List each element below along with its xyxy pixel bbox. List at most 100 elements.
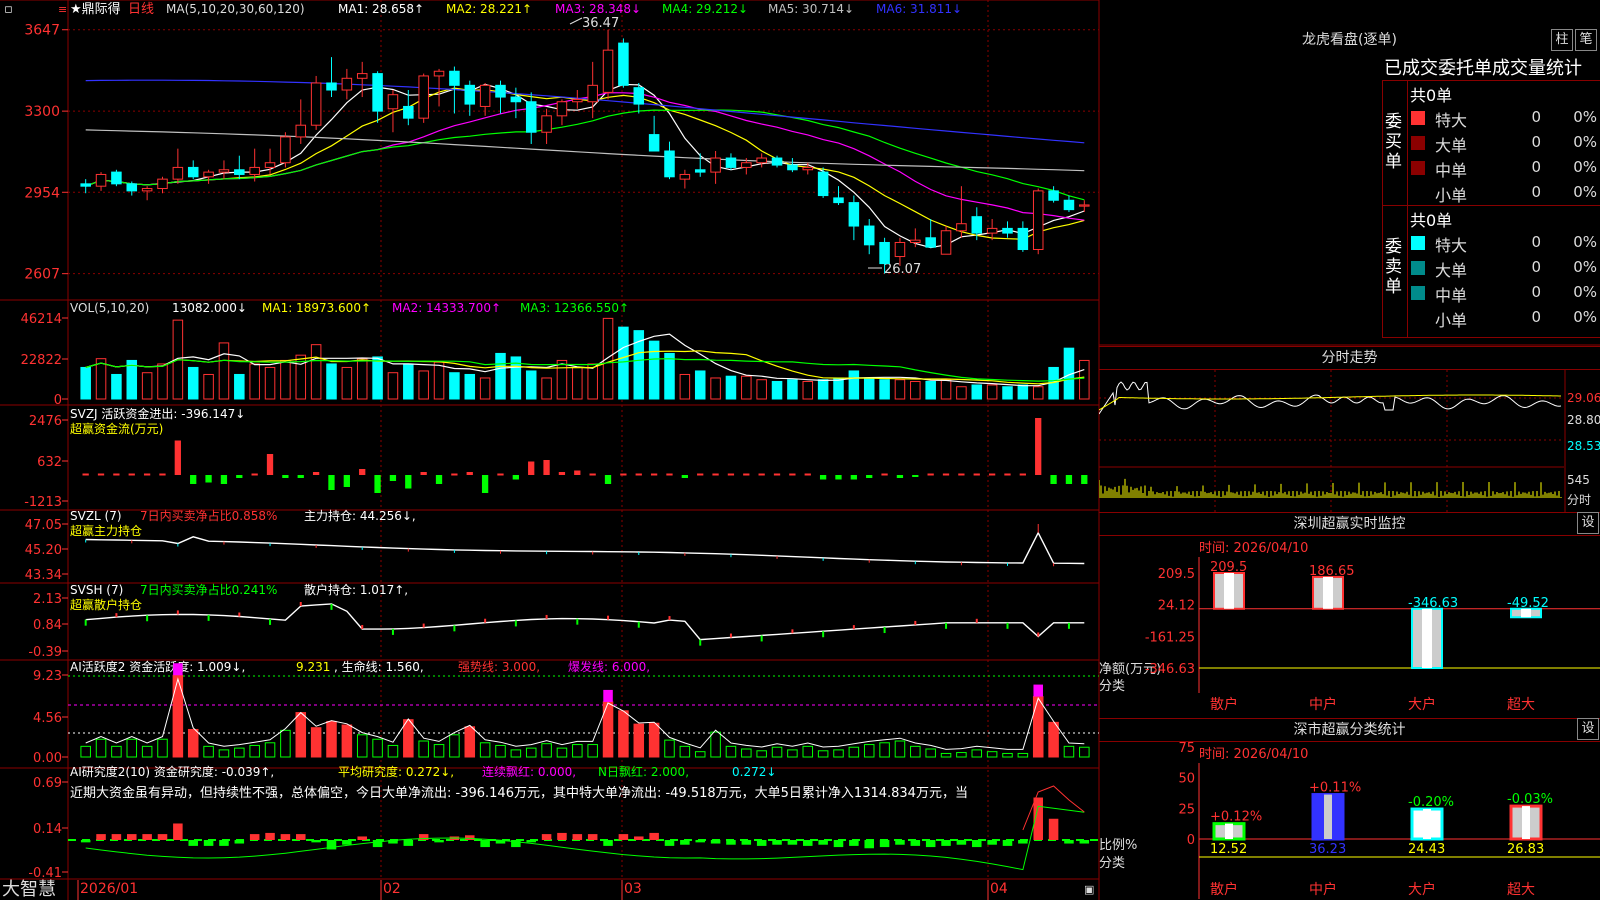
volume-bar: [280, 359, 291, 400]
svsh-label: SVSH (7): [70, 583, 123, 597]
ai2-text: 近期大资金虽有异动，但持续性不强，总体偏空，今日大单净流出: -396.146万…: [70, 785, 968, 801]
stock-name[interactable]: ★鼎际得: [70, 1, 121, 17]
lock-icon[interactable]: ▣: [1084, 883, 1094, 896]
zhu-button[interactable]: 柱: [1551, 29, 1573, 51]
candle-body: [618, 42, 629, 86]
candle-body: [556, 101, 568, 117]
ai1-burst-cap: [1033, 684, 1043, 697]
candle-body: [725, 157, 737, 168]
ai1-bar: [894, 740, 906, 758]
sz-monitor-settings-button[interactable]: 设: [1577, 512, 1599, 534]
ai1-bar: [95, 738, 107, 758]
ai2-bar: [972, 840, 982, 848]
candle: [664, 141, 675, 180]
pct-value-label: 24.43: [1408, 842, 1445, 857]
ai2-yticks-label: 0.14: [33, 822, 62, 837]
volume-bar: [356, 358, 368, 400]
brand-logo: 大智慧: [2, 879, 56, 900]
candle-body: [817, 171, 829, 197]
candle-body: [602, 49, 614, 93]
order-percent: 0%: [1573, 258, 1597, 276]
ai1-bar: [203, 745, 214, 758]
ai1-bar: [387, 744, 399, 758]
candle-body: [341, 77, 353, 91]
net-ytick-label: 24.12: [1158, 599, 1195, 614]
candle-body: [111, 171, 122, 185]
candle-body: [295, 124, 307, 138]
net-bar-label: -346.63: [1408, 596, 1458, 611]
svzj-bar: [866, 475, 873, 478]
ai1-bar: [433, 744, 445, 758]
candle-body: [879, 241, 890, 265]
ai1-bar: [234, 747, 245, 758]
ai1-burst-cap: [173, 663, 183, 676]
ai1-bar: [280, 729, 291, 758]
candle: [234, 155, 245, 180]
svzj-yticks-label: 632: [37, 455, 62, 470]
vol-value: 13082.000↓: [172, 301, 247, 315]
ai1-activity-line: [85, 677, 1085, 750]
candle-body: [848, 202, 860, 227]
bi-button[interactable]: 笔: [1575, 29, 1597, 51]
volume-bar: [310, 344, 322, 400]
candle-body: [203, 171, 214, 178]
order-count: 0: [1531, 258, 1541, 276]
intraday-chart[interactable]: 29.06 28.80 28.53 545 分时: [1099, 370, 1600, 512]
svsh-yticks-label: 2.13: [33, 592, 62, 607]
ai1-bar: [126, 738, 138, 758]
top-left-menu[interactable]: ▫: [4, 2, 13, 17]
buy-side-label: 委买单: [1385, 112, 1402, 172]
ai2-bar: [910, 840, 921, 846]
svzj-bar: [97, 473, 105, 476]
ai2-bar: [803, 840, 813, 846]
candle-body: [95, 173, 107, 187]
svzj-bar: [266, 454, 274, 475]
net-category-label: 中户: [1309, 696, 1337, 713]
volume-bar: [787, 379, 798, 400]
candle-body: [464, 84, 476, 105]
ai2-bar: [219, 840, 229, 846]
ai2-bar: [465, 835, 475, 840]
ai1-bar: [295, 712, 307, 758]
candle: [495, 80, 506, 114]
pct-value-label: 12.52: [1210, 842, 1247, 857]
sz-class-settings-button[interactable]: 设: [1577, 718, 1599, 740]
volume-bar: [418, 370, 429, 400]
order-size-swatch: [1411, 111, 1425, 125]
ai2-bar: [895, 840, 905, 845]
ai1-bar: [479, 742, 491, 758]
ai1-bar: [817, 750, 829, 758]
candle: [817, 167, 829, 198]
ai1-bar: [541, 743, 552, 758]
ai1-bar: [802, 745, 814, 758]
ai1-v4: 强势线: 3.000,: [458, 660, 540, 674]
pct-ytick-label: 0: [1187, 833, 1195, 848]
candle: [756, 153, 767, 168]
candle: [218, 160, 230, 180]
volume-bar: [848, 370, 860, 400]
order-percent: 0%: [1573, 108, 1597, 126]
ai2-bar: [311, 840, 321, 843]
volume-bar: [618, 326, 629, 400]
ai2-bar: [173, 823, 183, 840]
svzj-bar: [835, 475, 842, 480]
candle-body: [356, 73, 368, 79]
ai1-bar: [664, 739, 675, 758]
period-label[interactable]: 日线: [128, 2, 154, 17]
pct-ytick-label: 50: [1178, 772, 1195, 787]
svzj-bar: [789, 473, 796, 476]
ai2-bar: [157, 834, 168, 840]
candle-body: [326, 82, 337, 91]
main-ytick-label: 3647: [24, 23, 60, 39]
candle-body: [510, 96, 522, 103]
sz-class-title: 深市超赢分类统计: [1099, 718, 1600, 742]
svzj-bar: [850, 475, 857, 480]
candle-body: [633, 87, 645, 105]
candle-body: [1079, 204, 1090, 207]
svzj-bar: [128, 473, 135, 476]
svzj-label: SVZJ 活跃资金进出: -396.147↓: [70, 406, 245, 421]
close-indicator-icon[interactable]: ≡: [58, 3, 67, 16]
buy-total: 共0单: [1410, 86, 1453, 105]
candle: [510, 87, 522, 119]
vol-ma2: MA2: 14333.700↑: [392, 301, 501, 315]
